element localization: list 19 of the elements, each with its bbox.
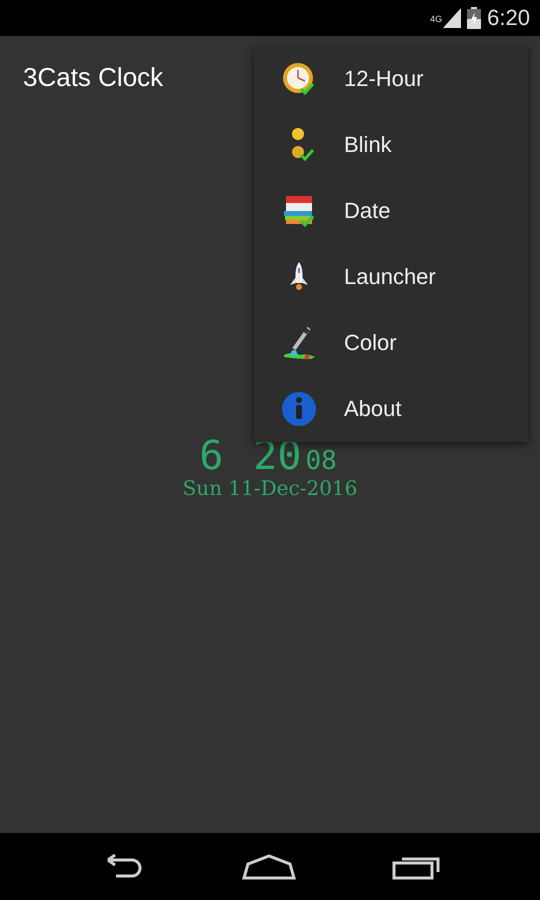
status-time: 6:20 [487, 5, 530, 31]
dropper-icon [281, 325, 317, 361]
home-icon[interactable] [242, 854, 296, 880]
clock-date: Sun 11-Dec-2016 [182, 476, 358, 500]
signal-icon [443, 8, 462, 28]
info-icon [281, 391, 317, 427]
calendar-icon [281, 193, 317, 229]
clock-icon [281, 61, 317, 97]
menu-item[interactable]: Launcher [254, 244, 528, 310]
menu-item[interactable]: About [254, 376, 528, 442]
clock-hours: 6 [199, 436, 224, 476]
menu-item[interactable]: Blink [254, 112, 528, 178]
clock-seconds: 08 [305, 448, 337, 474]
menu-item[interactable]: Color [254, 310, 528, 376]
app-title: 3Cats Clock [23, 62, 164, 92]
menu-item[interactable]: Date [254, 178, 528, 244]
menu-item[interactable]: 12-Hour [254, 46, 528, 112]
battery-icon [467, 7, 482, 29]
network-label: 4G [430, 14, 442, 24]
